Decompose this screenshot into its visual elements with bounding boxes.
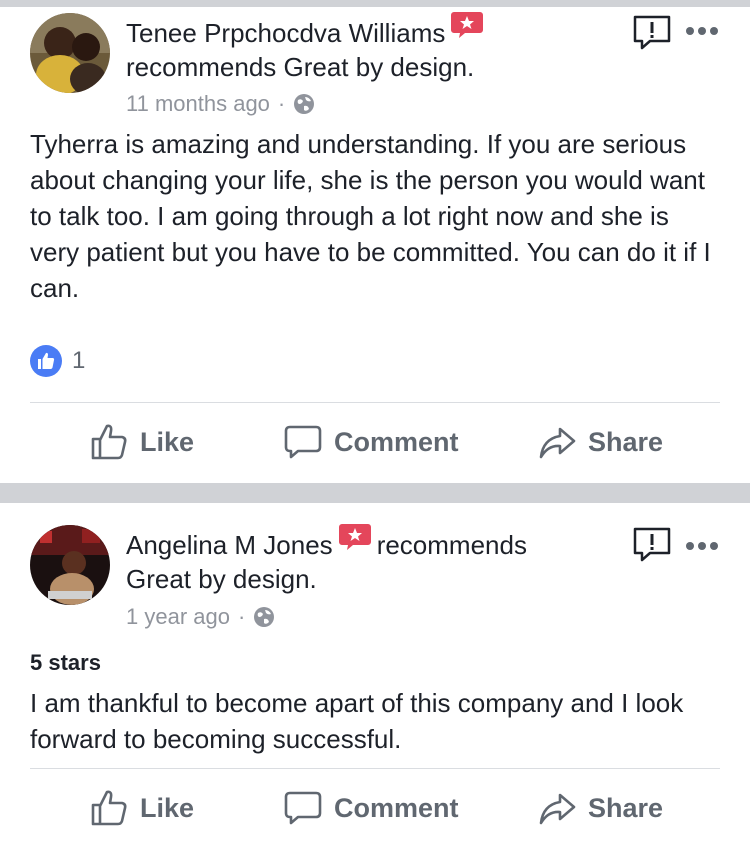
post-header: Tenee Prpchocdva Williams — [126, 12, 489, 50]
review-post-1: Tenee Prpchocdva Williams recommends Gre… — [0, 7, 750, 483]
recommend-badge-icon — [338, 524, 371, 550]
post-meta: 1 year ago · — [126, 604, 275, 630]
report-icon[interactable] — [632, 527, 672, 563]
action-divider — [30, 402, 720, 403]
report-icon[interactable] — [632, 15, 672, 51]
reactions-summary[interactable]: 1 — [30, 345, 85, 377]
page-name-link[interactable]: Great by design. — [126, 562, 317, 596]
timestamp[interactable]: 11 months ago — [126, 91, 270, 117]
like-button[interactable]: Like — [90, 423, 194, 461]
star-rating: 5 stars — [30, 650, 101, 675]
post-body: I am thankful to become apart of this co… — [30, 688, 684, 754]
avatar[interactable] — [30, 13, 110, 93]
feed-divider — [0, 483, 750, 503]
post-body: Tyherra is amazing and understanding. If… — [30, 129, 711, 303]
review-post-2: Angelina M Jones recommends Great by desi… — [0, 503, 750, 851]
avatar[interactable] — [30, 525, 110, 605]
share-arrow-icon — [539, 793, 576, 825]
comment-button[interactable]: Comment — [284, 789, 459, 827]
globe-icon — [294, 94, 315, 114]
timestamp[interactable]: 1 year ago — [126, 604, 230, 630]
comment-button[interactable]: Comment — [284, 423, 459, 461]
recommends-label: recommends — [376, 530, 527, 560]
like-button[interactable]: Like — [90, 789, 194, 827]
more-options-icon[interactable] — [684, 24, 720, 38]
thumbs-up-icon — [91, 424, 127, 460]
post-header: Angelina M Jones recommends — [126, 524, 527, 562]
author-name[interactable]: Tenee Prpchocdva Williams — [126, 18, 445, 48]
post-meta: 11 months ago · — [126, 91, 315, 117]
comment-bubble-icon — [284, 425, 322, 459]
action-divider — [30, 768, 720, 769]
like-reaction-icon — [30, 345, 62, 377]
thumbs-up-icon — [91, 790, 127, 826]
recommends-line[interactable]: recommends Great by design. — [126, 50, 474, 84]
separator: · — [237, 604, 246, 629]
share-button[interactable]: Share — [538, 789, 663, 827]
globe-icon — [254, 607, 275, 627]
top-divider — [0, 0, 750, 7]
comment-bubble-icon — [284, 791, 322, 825]
separator: · — [277, 91, 286, 116]
share-button[interactable]: Share — [538, 423, 663, 461]
more-options-icon[interactable] — [684, 539, 720, 553]
share-arrow-icon — [539, 427, 576, 459]
reaction-count[interactable]: 1 — [72, 347, 85, 375]
author-name[interactable]: Angelina M Jones — [126, 530, 333, 560]
recommend-badge-icon — [451, 12, 484, 38]
